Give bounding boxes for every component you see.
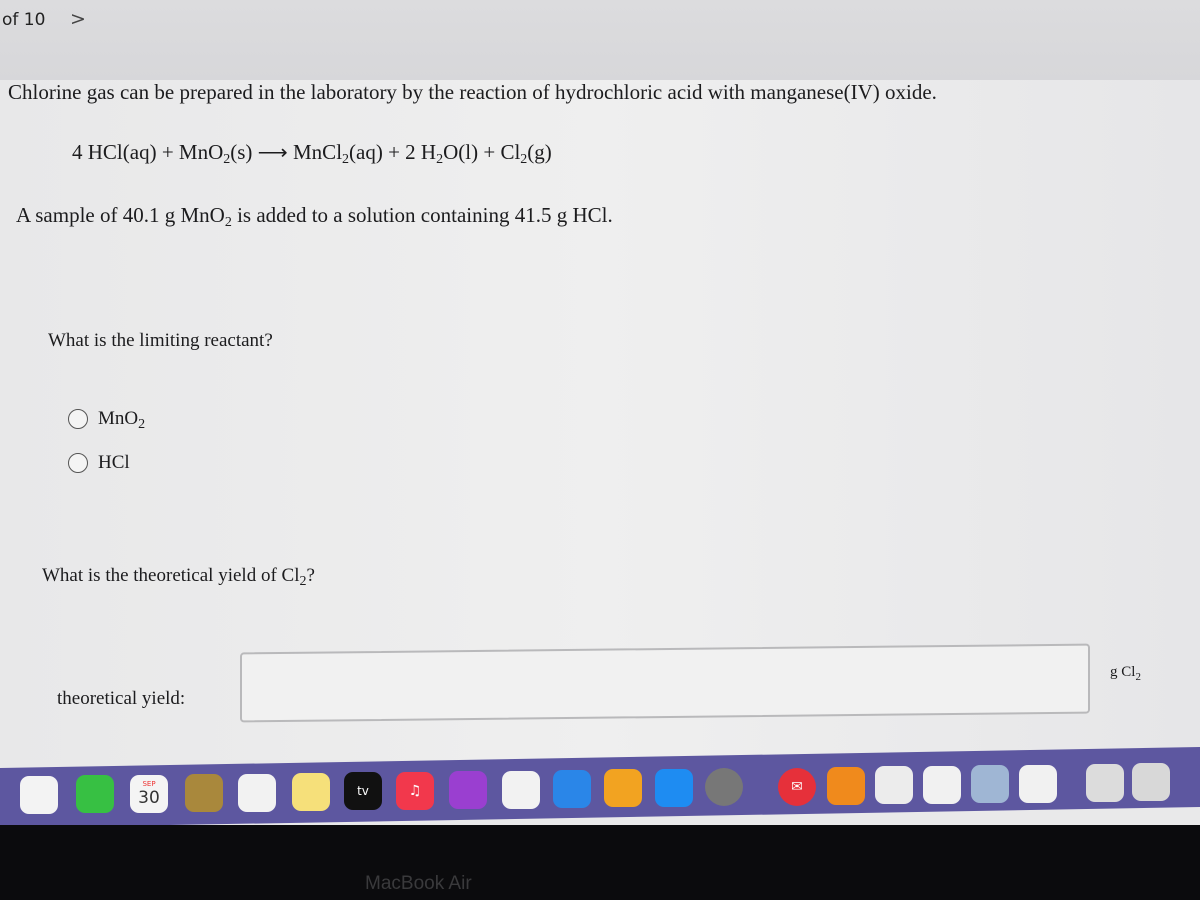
news-icon[interactable] [502, 770, 540, 809]
apple-tv-icon[interactable]: tv [344, 772, 382, 811]
theoretical-yield-label: theoretical yield: [57, 688, 186, 709]
option-label: MnO2 [98, 408, 146, 432]
preview-icon[interactable] [971, 765, 1009, 804]
downloads-icon[interactable] [1086, 764, 1124, 802]
laptop-bezel [0, 825, 1200, 900]
next-question-button[interactable]: > [70, 8, 86, 30]
radio-button[interactable] [68, 409, 88, 429]
trash-icon[interactable] [1132, 763, 1170, 802]
calendar-day: 30 [138, 787, 160, 808]
tv-label: tv [357, 784, 369, 799]
option-label: HCl [98, 452, 130, 473]
notes-icon[interactable] [292, 773, 330, 811]
top-bar: of 10 > [0, 0, 1200, 80]
books-icon[interactable] [827, 767, 865, 805]
theoretical-yield-question: What is the theoretical yield of Cl2? [42, 565, 315, 589]
pages-icon[interactable] [604, 769, 642, 808]
music-icon[interactable]: ♫ [396, 771, 434, 810]
contacts-icon[interactable] [185, 774, 223, 813]
option-hcl[interactable]: HCl [68, 452, 130, 474]
chemical-equation: 4 HCl(aq) + MnO2(s) ⟶ MnCl2(aq) + 2 H2O(… [72, 140, 552, 167]
limiting-reactant-question: What is the limiting reactant? [48, 330, 273, 351]
keynote-icon[interactable] [553, 770, 591, 808]
sample-statement: A sample of 40.1 g MnO2 is added to a so… [16, 203, 613, 230]
photos-icon[interactable] [20, 776, 58, 814]
question-pager: of 10 [2, 10, 46, 30]
option-mno2[interactable]: MnO2 [68, 408, 146, 432]
calendar-icon[interactable]: SEP 30 [130, 774, 168, 813]
system-preferences-icon[interactable] [705, 768, 743, 807]
unit-label: g Cl2 [1110, 664, 1141, 683]
podcasts-icon[interactable] [449, 771, 487, 810]
mail-icon[interactable]: ✉ [778, 767, 816, 806]
facetime-icon[interactable] [76, 775, 114, 814]
calendar-month: SEP [142, 779, 156, 788]
app-store-icon[interactable] [655, 768, 693, 807]
problem-intro: Chlorine gas can be prepared in the labo… [8, 80, 937, 104]
outlook-icon[interactable] [1019, 764, 1057, 803]
theoretical-yield-input[interactable] [240, 643, 1090, 723]
powerpoint-icon[interactable] [875, 766, 913, 805]
reminders-icon[interactable] [238, 773, 276, 812]
word-icon[interactable] [923, 765, 961, 804]
macbook-air-label: MacBook Air [365, 873, 472, 894]
radio-button[interactable] [68, 453, 88, 473]
